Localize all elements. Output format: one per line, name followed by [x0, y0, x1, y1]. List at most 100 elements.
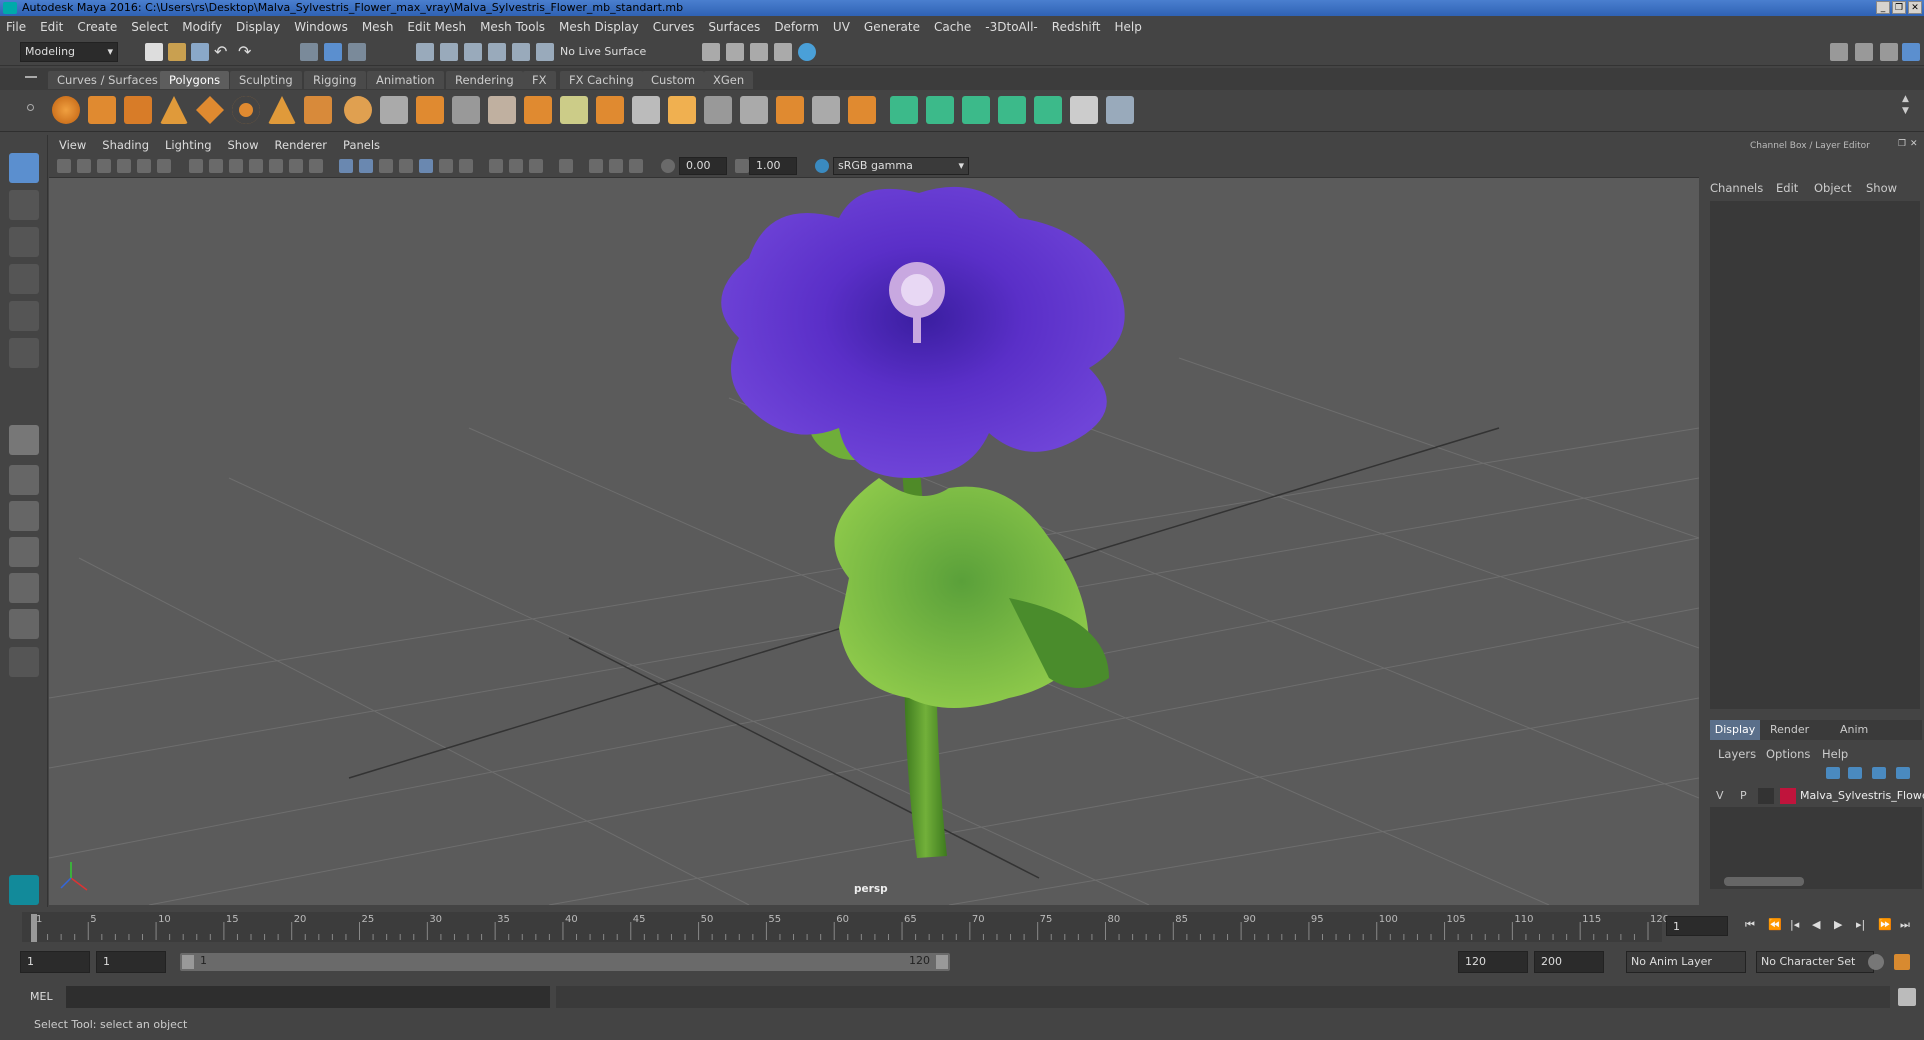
menu-edit-mesh[interactable]: Edit Mesh — [407, 20, 466, 34]
wireframe-icon[interactable] — [339, 159, 353, 173]
menu-uv[interactable]: UV — [833, 20, 850, 34]
poly-pyramid-icon[interactable] — [268, 96, 296, 124]
isolate-select-icon[interactable] — [559, 159, 573, 173]
multi-cut-icon[interactable] — [632, 96, 660, 124]
layer-display-type[interactable] — [1758, 788, 1774, 804]
step-back-icon[interactable]: ⏪ — [1768, 918, 1782, 931]
new-scene-icon[interactable] — [145, 43, 163, 61]
tab-animation[interactable]: Animation — [367, 71, 444, 89]
color-space-selector[interactable]: sRGB gamma ▾ — [833, 157, 969, 175]
grease-pencil-icon[interactable] — [157, 159, 171, 173]
menu-mesh-display[interactable]: Mesh Display — [559, 20, 639, 34]
poly-sphere-icon[interactable] — [52, 96, 80, 124]
gamma-field[interactable]: 1.00 — [749, 157, 797, 175]
mirror-icon[interactable] — [776, 96, 804, 124]
go-to-start-icon[interactable]: ⏮ — [1745, 918, 1755, 932]
uv-editor-icon[interactable] — [1070, 96, 1098, 124]
menu-generate[interactable]: Generate — [864, 20, 920, 34]
tab-rendering[interactable]: Rendering — [446, 71, 523, 89]
step-back-key-icon[interactable]: |◂ — [1790, 918, 1799, 931]
tab-curves-surfaces[interactable]: Curves / Surfaces — [48, 71, 167, 89]
attribute-editor-icon[interactable] — [1855, 43, 1873, 61]
move-layer-down-icon[interactable] — [1848, 767, 1862, 779]
play-forward-icon[interactable]: ▶ — [1834, 918, 1842, 931]
render-settings-icon[interactable] — [774, 43, 792, 61]
anti-aliasing-icon[interactable] — [529, 159, 543, 173]
safe-title-icon[interactable] — [309, 159, 323, 173]
layer-color-swatch[interactable] — [1780, 788, 1796, 804]
target-weld-icon[interactable] — [668, 96, 696, 124]
exposure-icon[interactable] — [661, 159, 675, 173]
shelf-scroll-up-icon[interactable]: ▲ — [1902, 94, 1909, 104]
select-component-icon[interactable] — [348, 43, 366, 61]
vp-menu-view[interactable]: View — [59, 138, 86, 152]
append-icon[interactable] — [596, 96, 624, 124]
menu-mesh-tools[interactable]: Mesh Tools — [480, 20, 545, 34]
layer-visibility-toggle[interactable]: V — [1716, 789, 1724, 802]
color-management-icon[interactable] — [815, 159, 829, 173]
move-tool-icon[interactable] — [9, 264, 39, 294]
modeling-toolkit-icon[interactable] — [1830, 43, 1848, 61]
separate-icon[interactable] — [380, 96, 408, 124]
menu-file[interactable]: File — [6, 20, 26, 34]
layer-playback-toggle[interactable]: P — [1740, 789, 1747, 802]
camera-icon[interactable] — [57, 159, 71, 173]
motion-blur-icon[interactable] — [509, 159, 523, 173]
resolution-gate-icon[interactable] — [229, 159, 243, 173]
bookmark-icon[interactable] — [97, 159, 111, 173]
tab-fx-caching[interactable]: FX Caching — [560, 71, 643, 89]
mode-selector[interactable]: Modeling ▾ — [20, 42, 118, 62]
xray-joints-icon[interactable] — [589, 159, 603, 173]
close-panel-icon[interactable]: ✕ — [1910, 139, 1918, 149]
command-input[interactable] — [66, 986, 550, 1008]
float-panel-icon[interactable]: ❐ — [1898, 139, 1906, 149]
poly-cone-icon[interactable] — [160, 96, 188, 124]
four-view-layout-icon[interactable] — [9, 465, 39, 495]
edge-loop-icon[interactable] — [704, 96, 732, 124]
range-start-handle[interactable] — [182, 955, 194, 969]
outliner-layout-icon[interactable] — [9, 609, 39, 639]
rotate-tool-icon[interactable] — [9, 301, 39, 331]
menu-modify[interactable]: Modify — [182, 20, 222, 34]
ipr-render-icon[interactable] — [750, 43, 768, 61]
animation-preferences-icon[interactable] — [1894, 954, 1910, 970]
uv-unfold-icon[interactable] — [1034, 96, 1062, 124]
xray-icon[interactable] — [459, 159, 473, 173]
tab-custom[interactable]: Custom — [642, 71, 705, 89]
tab-xgen[interactable]: XGen — [704, 71, 754, 89]
cylindrical-mapping-icon[interactable] — [926, 96, 954, 124]
bridge-icon[interactable] — [560, 96, 588, 124]
anim-start-field[interactable]: 1 — [20, 951, 90, 973]
poly-torus-icon[interactable] — [232, 96, 260, 124]
menu-select[interactable]: Select — [131, 20, 168, 34]
persp-graph-layout-icon[interactable] — [9, 537, 39, 567]
save-scene-icon[interactable] — [191, 43, 209, 61]
close-icon[interactable]: ✕ — [1908, 1, 1922, 14]
poly-cylinder-icon[interactable] — [124, 96, 152, 124]
field-chart-icon[interactable] — [269, 159, 283, 173]
vp-menu-shading[interactable]: Shading — [102, 138, 149, 152]
step-forward-icon[interactable]: ⏩ — [1878, 918, 1892, 931]
wireframe-on-shaded-icon[interactable] — [379, 159, 393, 173]
snap-together-icon[interactable] — [536, 43, 554, 61]
persp-outliner-layout-icon[interactable] — [9, 501, 39, 531]
tab-render[interactable]: Render — [1770, 720, 1809, 740]
playback-end-field[interactable]: 120 — [1458, 951, 1528, 973]
time-slider[interactable]: 1 5 10 15 20 25 30 35 40 45 50 55 60 65 70 75 80 85 90 95 10… — [0, 908, 1924, 946]
open-scene-icon[interactable] — [168, 43, 186, 61]
layer-help-menu[interactable]: Help — [1822, 747, 1848, 761]
menu-mesh[interactable]: Mesh — [362, 20, 394, 34]
automatic-mapping-icon[interactable] — [998, 96, 1026, 124]
go-to-end-icon[interactable]: ⏭ — [1900, 918, 1910, 932]
menu-display[interactable]: Display — [236, 20, 280, 34]
character-set-selector[interactable]: No Character Set — [1756, 951, 1874, 973]
snap-view-plane-icon[interactable] — [488, 43, 506, 61]
undo-icon[interactable]: ↶ — [214, 42, 227, 61]
grid-fill-icon[interactable] — [452, 96, 480, 124]
menu-surfaces[interactable]: Surfaces — [708, 20, 760, 34]
menu-curves[interactable]: Curves — [653, 20, 695, 34]
xray-active-icon[interactable] — [609, 159, 623, 173]
current-frame-field[interactable]: 1 — [1666, 916, 1728, 936]
gate-mask-icon[interactable] — [249, 159, 263, 173]
layer-name[interactable]: Malva_Sylvestris_Flowe — [1800, 789, 1924, 802]
